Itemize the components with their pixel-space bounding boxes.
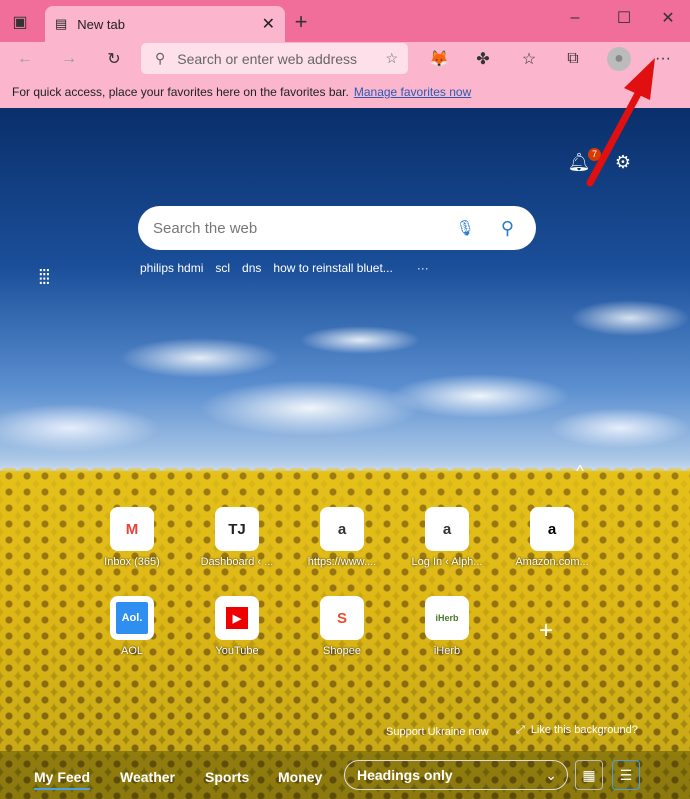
annotation-arrow (586, 58, 655, 187)
